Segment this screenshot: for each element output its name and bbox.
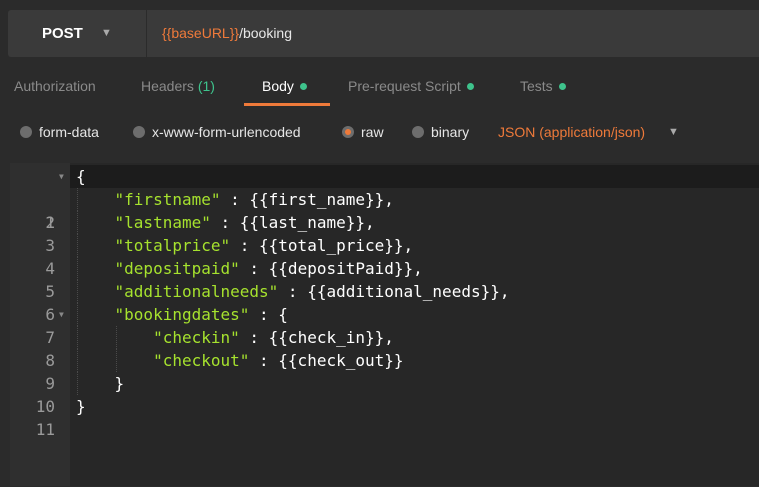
tab-label: Body <box>262 78 294 94</box>
code-line: 11 } <box>10 395 759 439</box>
tab-label: Authorization <box>14 78 96 94</box>
option-label: binary <box>431 124 470 140</box>
request-tabs: Authorization Headers (1) Body Pre-reque… <box>0 70 759 106</box>
method-dropdown[interactable]: POST ▼ <box>8 10 147 57</box>
active-tab-indicator <box>244 103 330 106</box>
line-number: 11 <box>35 420 55 439</box>
radio-form-data[interactable]: form-data <box>20 124 99 140</box>
radio-urlencoded[interactable]: x-www-form-urlencoded <box>133 124 301 140</box>
request-bar: POST ▼ {{baseURL}}/booking <box>8 10 759 57</box>
status-dot-icon <box>558 83 566 90</box>
radio-binary[interactable]: binary <box>412 124 469 140</box>
radio-icon <box>20 126 32 138</box>
code-line: 7 ▼ "bookingdates" : { <box>10 303 759 347</box>
code-text: "depositpaid" : {{depositPaid}}, <box>114 259 423 278</box>
code-line: 8 "checkin" : {{check_in}}, <box>10 326 759 370</box>
tab-body[interactable]: Body <box>262 78 307 94</box>
code-text: } <box>114 374 125 393</box>
code-line: 10 } <box>10 372 759 416</box>
code-line: 2 "firstname" : {{first_name}}, <box>10 188 759 232</box>
code-text: "bookingdates" : { <box>114 305 288 324</box>
code-line: 9 "checkout" : {{check_out}} <box>10 349 759 393</box>
code-text: "checkin" : {{check_in}}, <box>153 328 394 347</box>
url-input[interactable]: {{baseURL}}/booking <box>162 25 292 41</box>
url-variable: {{baseURL}} <box>162 25 240 41</box>
url-path: /booking <box>239 25 293 41</box>
tab-label: Tests <box>520 78 553 94</box>
chevron-down-icon[interactable]: ▼ <box>668 126 679 138</box>
body-type-options: form-data x-www-form-urlencoded raw bina… <box>0 116 759 148</box>
tab-label: Headers <box>141 78 194 94</box>
method-label: POST <box>42 25 83 42</box>
radio-raw[interactable]: raw <box>342 124 384 140</box>
code-text: { <box>76 167 86 186</box>
tab-pre-request-script[interactable]: Pre-request Script <box>348 78 474 94</box>
radio-icon <box>133 126 145 138</box>
code-line: 1 ▼ { <box>10 165 759 232</box>
code-text: "checkout" : {{check_out}} <box>153 351 404 370</box>
content-type-dropdown[interactable]: JSON (application/json) <box>498 124 645 140</box>
code-line: 6 "additionalneeds" : {{additional_needs… <box>10 280 759 324</box>
headers-count: (1) <box>197 78 215 94</box>
fold-arrow-icon[interactable]: ▼ <box>59 165 64 188</box>
code-text: } <box>76 397 86 416</box>
tab-authorization[interactable]: Authorization <box>14 78 96 94</box>
radio-icon <box>412 126 424 138</box>
option-label: form-data <box>39 124 99 140</box>
code-text: "additionalneeds" : {{additional_needs}}… <box>114 282 510 301</box>
chevron-down-icon: ▼ <box>101 27 112 39</box>
status-dot-icon <box>299 83 307 90</box>
code-line: 4 "totalprice" : {{total_price}}, <box>10 234 759 278</box>
code-line: 5 "depositpaid" : {{depositPaid}}, <box>10 257 759 301</box>
status-dot-icon <box>466 83 474 90</box>
radio-selected-icon <box>342 126 354 138</box>
option-label: raw <box>361 124 384 140</box>
code-line: 3 "lastname" : {{last_name}}, <box>10 211 759 255</box>
code-text: "lastname" : {{last_name}}, <box>114 213 375 232</box>
fold-arrow-icon[interactable]: ▼ <box>59 303 64 326</box>
option-label: x-www-form-urlencoded <box>152 124 301 140</box>
tab-label: Pre-request Script <box>348 78 461 94</box>
code-editor[interactable]: 1 ▼ { 2 "firstname" : {{first_name}}, 3 … <box>10 163 759 486</box>
content-type-label: JSON (application/json) <box>498 124 646 140</box>
code-text: "firstname" : {{first_name}}, <box>114 190 394 209</box>
code-text: "totalprice" : {{total_price}}, <box>114 236 414 255</box>
tab-headers[interactable]: Headers (1) <box>141 78 215 94</box>
tab-tests[interactable]: Tests <box>520 78 566 94</box>
